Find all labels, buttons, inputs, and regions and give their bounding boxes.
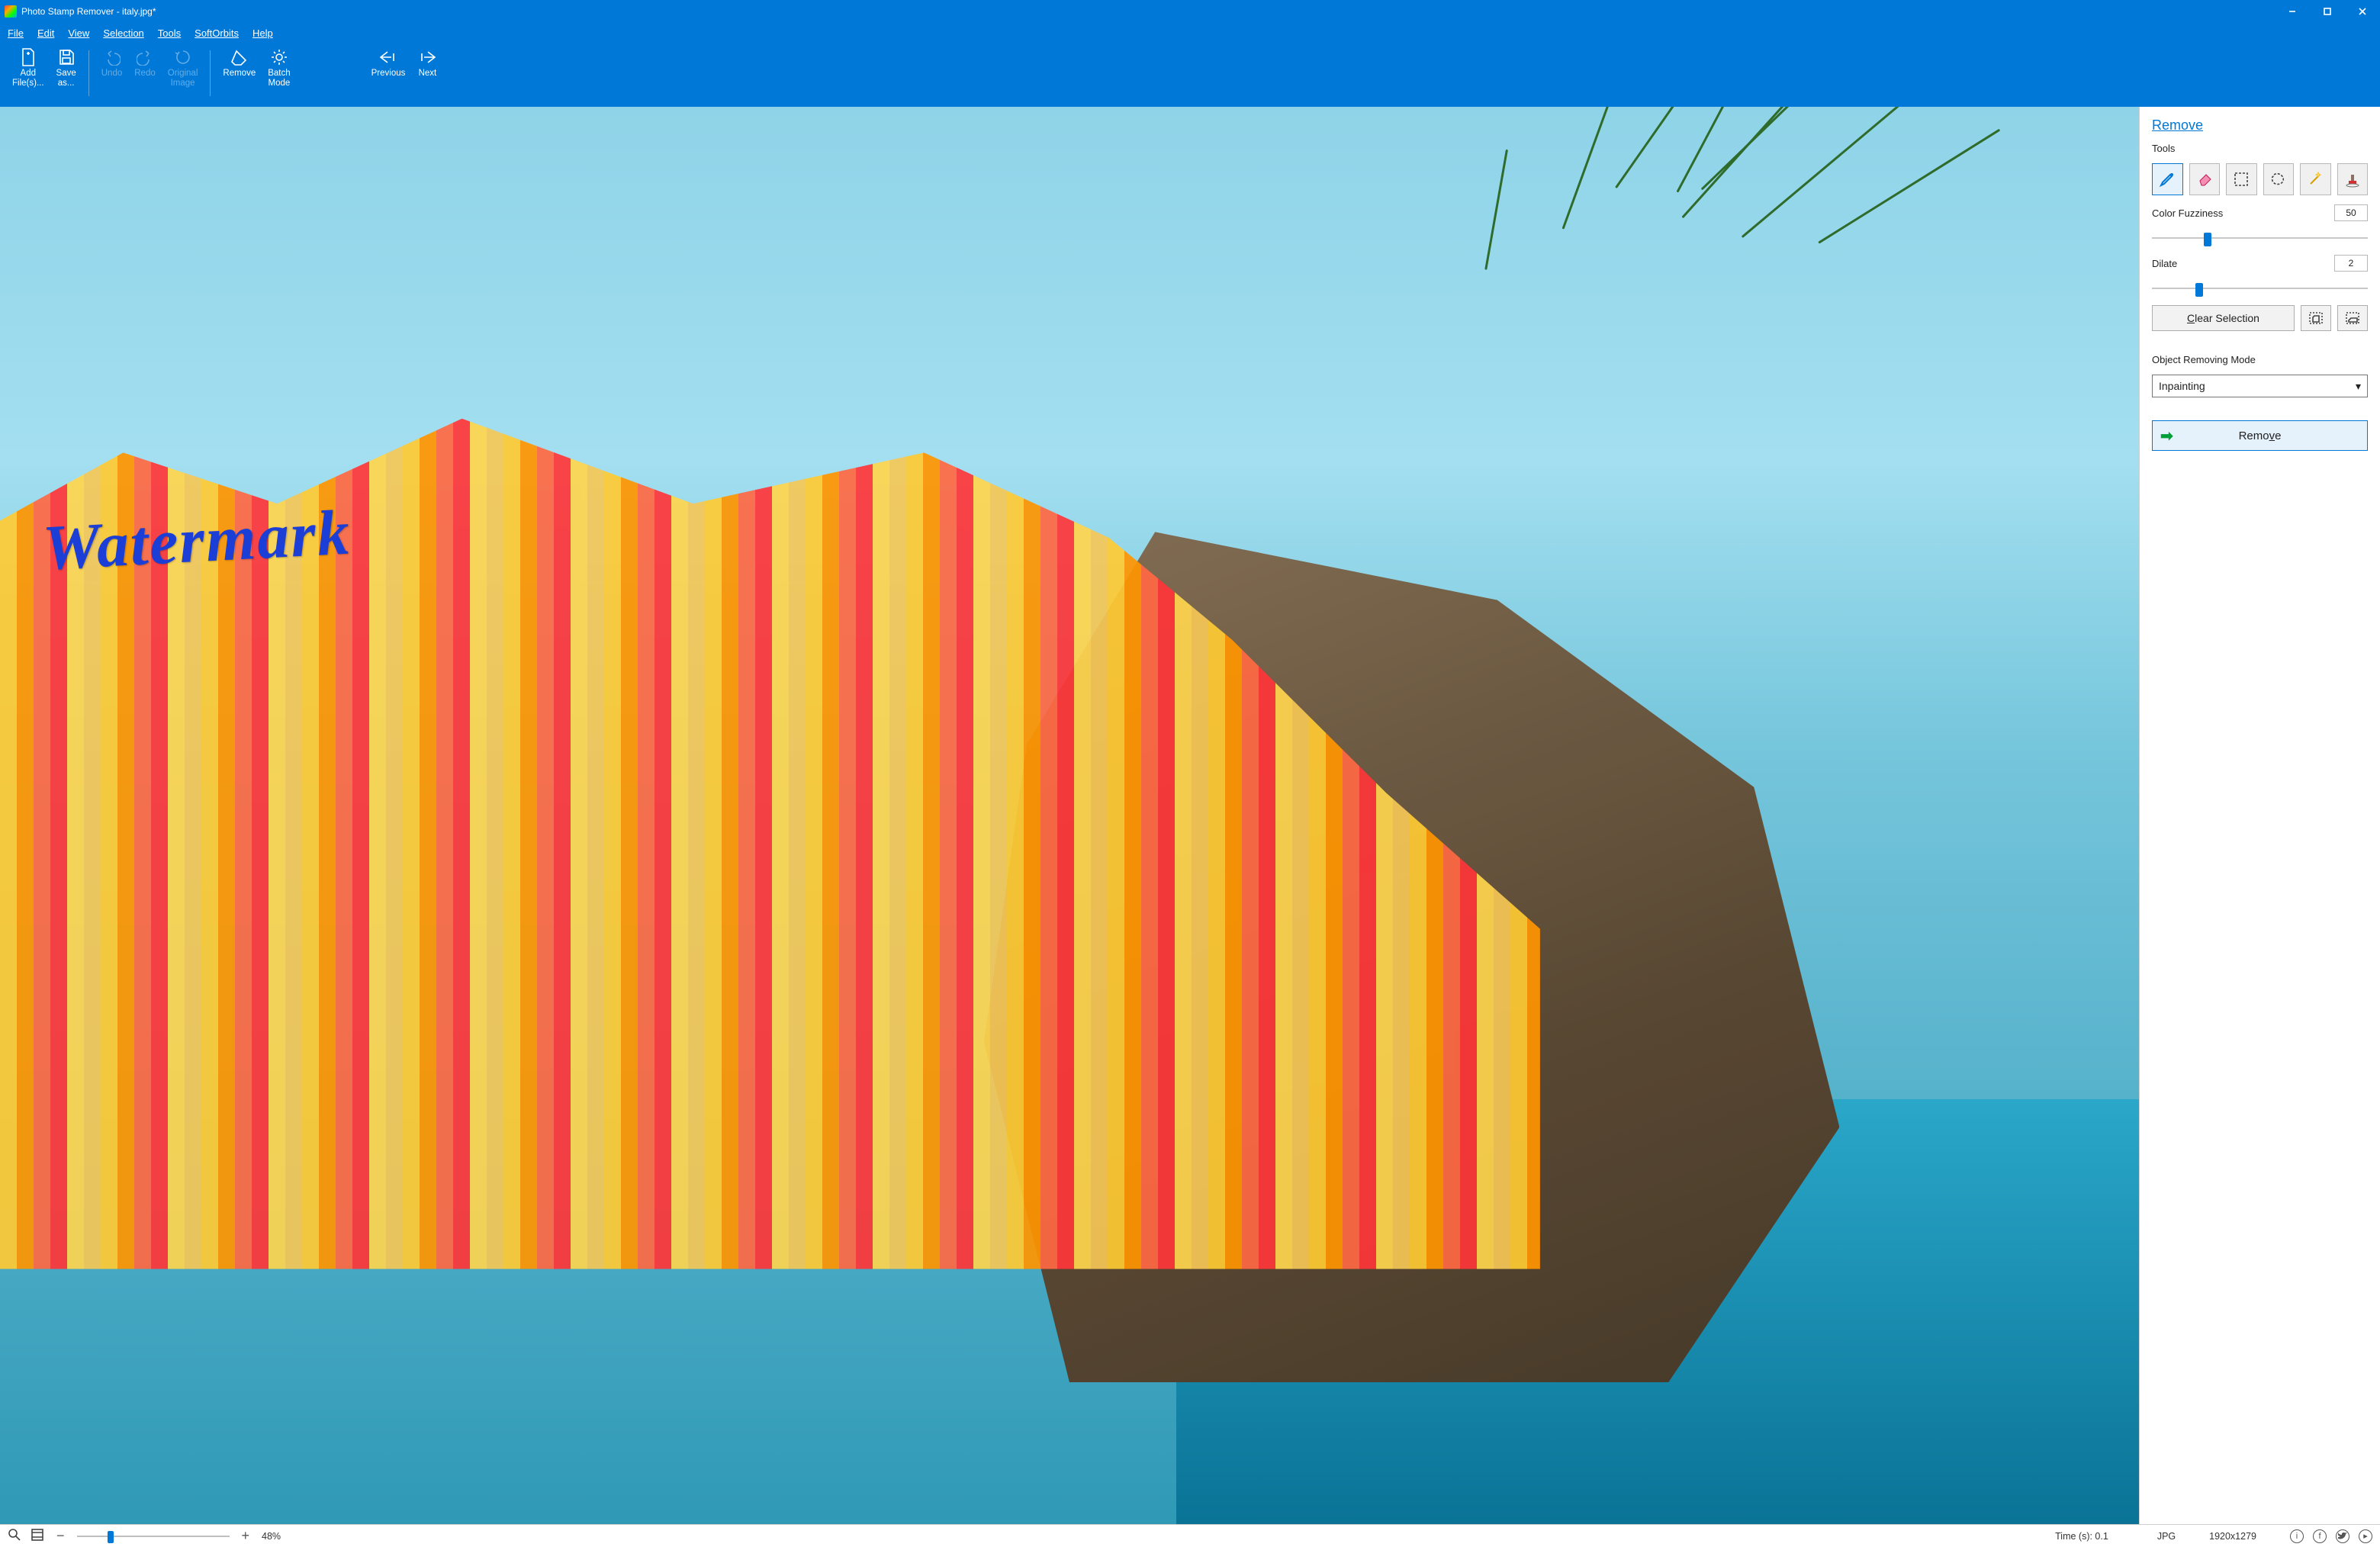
remove-button[interactable]: Remove	[217, 46, 262, 80]
menu-file[interactable]: File	[8, 27, 24, 39]
batch-mode-button[interactable]: Batch Mode	[262, 46, 296, 90]
menu-softorbits[interactable]: SoftOrbits	[195, 27, 239, 39]
fit-screen-icon[interactable]	[31, 1528, 44, 1544]
app-window: Photo Stamp Remover - italy.jpg* File Ed…	[0, 0, 2380, 1547]
original-image-button[interactable]: Original Image	[162, 46, 204, 90]
titlebar: Photo Stamp Remover - italy.jpg*	[0, 0, 2380, 23]
gear-icon	[269, 47, 289, 67]
dilate-value[interactable]: 2	[2334, 255, 2368, 272]
window-controls	[2275, 0, 2380, 23]
zoom-in-button[interactable]: +	[239, 1528, 253, 1544]
clear-selection-button[interactable]: Clear Selection	[2152, 305, 2295, 331]
panel-title: Remove	[2152, 117, 2368, 133]
object-mode-label: Object Removing Mode	[2152, 354, 2368, 365]
time-label: Time (s): 0.1	[2055, 1531, 2108, 1542]
save-selection-button[interactable]	[2301, 305, 2331, 331]
close-button[interactable]	[2345, 0, 2380, 23]
arrow-right-icon: ➡	[2160, 426, 2173, 445]
tools-label: Tools	[2152, 143, 2368, 154]
object-mode-dropdown[interactable]: Inpainting ▾	[2152, 375, 2368, 397]
info-icon[interactable]: i	[2290, 1529, 2304, 1543]
dimensions-label: 1920x1279	[2209, 1531, 2256, 1542]
toolbar-separator	[210, 50, 211, 96]
magic-wand-tool[interactable]	[2300, 163, 2331, 195]
toolbar: Add File(s)... Save as... Undo Redo Orig…	[0, 43, 2380, 107]
color-fuzziness-value[interactable]: 50	[2334, 204, 2368, 221]
main-area: Watermark Remove Tools	[0, 107, 2380, 1524]
statusbar: − + 48% Time (s): 0.1 JPG 1920x1279 i f …	[0, 1524, 2380, 1547]
marker-tool[interactable]	[2152, 163, 2183, 195]
revert-icon	[173, 47, 193, 67]
undo-icon	[102, 47, 122, 67]
eraser-icon	[230, 47, 249, 67]
youtube-icon[interactable]: ▸	[2359, 1529, 2372, 1543]
object-mode-value: Inpainting	[2159, 380, 2205, 392]
minimize-button[interactable]	[2275, 0, 2310, 23]
rectangle-select-tool[interactable]	[2226, 163, 2257, 195]
color-fuzziness-slider[interactable]	[2152, 230, 2368, 246]
add-files-button[interactable]: Add File(s)...	[6, 46, 50, 90]
menu-selection[interactable]: Selection	[103, 27, 143, 39]
chevron-down-icon: ▾	[2356, 380, 2361, 393]
menu-help[interactable]: Help	[252, 27, 273, 39]
undo-button[interactable]: Undo	[95, 46, 129, 80]
redo-button[interactable]: Redo	[128, 46, 162, 80]
eraser-tool[interactable]	[2189, 163, 2221, 195]
panel-remove-button[interactable]: ➡ Remove	[2152, 420, 2368, 451]
twitter-icon[interactable]	[2336, 1529, 2349, 1543]
toolbar-separator	[88, 50, 89, 96]
load-selection-button[interactable]	[2337, 305, 2368, 331]
next-button[interactable]: Next	[411, 46, 443, 80]
clone-stamp-tool[interactable]	[2337, 163, 2369, 195]
window-title: Photo Stamp Remover - italy.jpg*	[21, 6, 2275, 17]
file-add-icon	[18, 47, 38, 67]
zoom-out-button[interactable]: −	[53, 1528, 68, 1544]
image-canvas[interactable]: Watermark	[0, 107, 2139, 1524]
save-as-button[interactable]: Save as...	[50, 46, 82, 90]
previous-button[interactable]: Previous	[365, 46, 412, 80]
maximize-button[interactable]	[2310, 0, 2345, 23]
app-icon	[5, 5, 17, 18]
zoom-percent: 48%	[262, 1531, 281, 1542]
color-fuzziness-label: Color Fuzziness	[2152, 207, 2223, 219]
facebook-icon[interactable]: f	[2313, 1529, 2327, 1543]
tool-tile-row	[2152, 163, 2368, 195]
menubar: File Edit View Selection Tools SoftOrbit…	[0, 23, 2380, 43]
dilate-slider[interactable]	[2152, 281, 2368, 296]
arrow-right-icon	[417, 47, 437, 67]
side-panel: Remove Tools	[2139, 107, 2380, 1524]
dilate-label: Dilate	[2152, 258, 2177, 269]
zoom-actual-icon[interactable]	[8, 1528, 21, 1544]
save-icon	[56, 47, 76, 67]
menu-view[interactable]: View	[68, 27, 89, 39]
menu-edit[interactable]: Edit	[37, 27, 54, 39]
redo-icon	[135, 47, 155, 67]
format-label: JPG	[2157, 1531, 2176, 1542]
arrow-left-icon	[378, 47, 398, 67]
menu-tools[interactable]: Tools	[158, 27, 181, 39]
zoom-slider[interactable]	[77, 1529, 230, 1544]
canvas-area[interactable]: Watermark	[0, 107, 2139, 1524]
lasso-tool[interactable]	[2263, 163, 2295, 195]
